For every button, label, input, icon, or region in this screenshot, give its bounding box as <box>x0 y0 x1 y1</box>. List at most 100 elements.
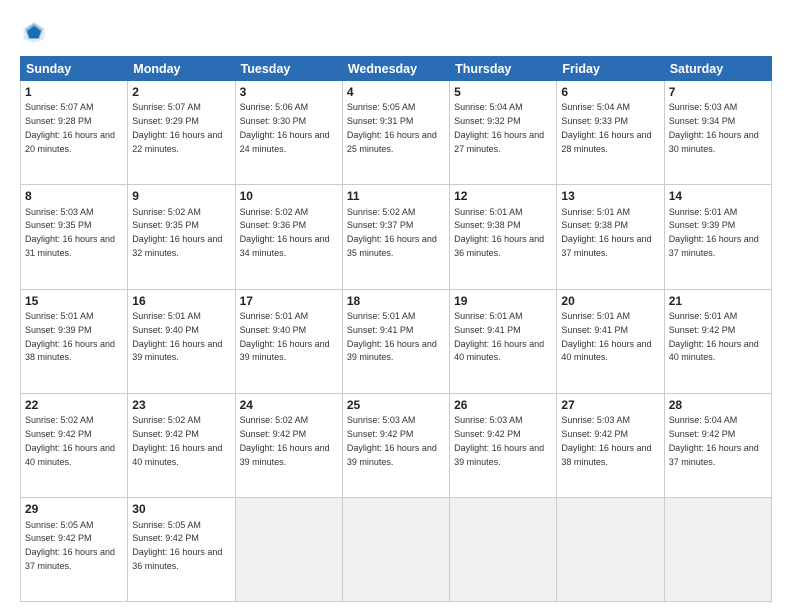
weekday-header-thursday: Thursday <box>450 57 557 81</box>
calendar-cell: 20 Sunrise: 5:01 AMSunset: 9:41 PMDayligh… <box>557 289 664 393</box>
day-info: Sunrise: 5:01 AMSunset: 9:40 PMDaylight:… <box>240 311 330 362</box>
calendar-cell: 25 Sunrise: 5:03 AMSunset: 9:42 PMDayligh… <box>342 394 449 498</box>
day-info: Sunrise: 5:01 AMSunset: 9:41 PMDaylight:… <box>561 311 651 362</box>
calendar-cell: 14 Sunrise: 5:01 AMSunset: 9:39 PMDayligh… <box>664 185 771 289</box>
calendar-cell: 2Sunrise: 5:07 AMSunset: 9:29 PMDaylight… <box>128 81 235 185</box>
day-number: 1 <box>25 84 123 100</box>
day-info: Sunrise: 5:03 AMSunset: 9:34 PMDaylight:… <box>669 102 759 153</box>
day-info: Sunrise: 5:01 AMSunset: 9:38 PMDaylight:… <box>454 207 544 258</box>
day-info: Sunrise: 5:04 AMSunset: 9:32 PMDaylight:… <box>454 102 544 153</box>
day-number: 25 <box>347 397 445 413</box>
calendar-cell <box>450 498 557 602</box>
calendar-cell: 9 Sunrise: 5:02 AMSunset: 9:35 PMDaylight… <box>128 185 235 289</box>
calendar-cell: 21 Sunrise: 5:01 AMSunset: 9:42 PMDayligh… <box>664 289 771 393</box>
day-number: 11 <box>347 188 445 204</box>
calendar-cell <box>557 498 664 602</box>
calendar-cell: 11 Sunrise: 5:02 AMSunset: 9:37 PMDayligh… <box>342 185 449 289</box>
day-number: 12 <box>454 188 552 204</box>
day-number: 27 <box>561 397 659 413</box>
calendar-cell: 16 Sunrise: 5:01 AMSunset: 9:40 PMDayligh… <box>128 289 235 393</box>
day-info: Sunrise: 5:01 AMSunset: 9:40 PMDaylight:… <box>132 311 222 362</box>
calendar-cell: 30 Sunrise: 5:05 AMSunset: 9:42 PMDayligh… <box>128 498 235 602</box>
calendar-cell <box>235 498 342 602</box>
day-number: 24 <box>240 397 338 413</box>
calendar-cell: 23 Sunrise: 5:02 AMSunset: 9:42 PMDayligh… <box>128 394 235 498</box>
calendar-cell: 27 Sunrise: 5:03 AMSunset: 9:42 PMDayligh… <box>557 394 664 498</box>
day-number: 18 <box>347 293 445 309</box>
calendar-table: SundayMondayTuesdayWednesdayThursdayFrid… <box>20 56 772 602</box>
day-info: Sunrise: 5:01 AMSunset: 9:39 PMDaylight:… <box>669 207 759 258</box>
day-number: 23 <box>132 397 230 413</box>
day-info: Sunrise: 5:07 AMSunset: 9:28 PMDaylight:… <box>25 102 115 153</box>
day-info: Sunrise: 5:03 AMSunset: 9:42 PMDaylight:… <box>561 415 651 466</box>
day-number: 21 <box>669 293 767 309</box>
day-number: 16 <box>132 293 230 309</box>
calendar-cell: 18 Sunrise: 5:01 AMSunset: 9:41 PMDayligh… <box>342 289 449 393</box>
calendar-cell <box>664 498 771 602</box>
day-info: Sunrise: 5:01 AMSunset: 9:41 PMDaylight:… <box>347 311 437 362</box>
day-number: 26 <box>454 397 552 413</box>
general-blue-logo-icon <box>20 18 48 46</box>
day-info: Sunrise: 5:03 AMSunset: 9:35 PMDaylight:… <box>25 207 115 258</box>
calendar-cell: 29 Sunrise: 5:05 AMSunset: 9:42 PMDayligh… <box>21 498 128 602</box>
calendar-cell: 12 Sunrise: 5:01 AMSunset: 9:38 PMDayligh… <box>450 185 557 289</box>
day-number: 30 <box>132 501 230 517</box>
day-info: Sunrise: 5:01 AMSunset: 9:39 PMDaylight:… <box>25 311 115 362</box>
calendar-cell: 6 Sunrise: 5:04 AMSunset: 9:33 PMDaylight… <box>557 81 664 185</box>
day-number: 17 <box>240 293 338 309</box>
day-number: 9 <box>132 188 230 204</box>
day-info: Sunrise: 5:06 AMSunset: 9:30 PMDaylight:… <box>240 102 330 153</box>
day-number: 28 <box>669 397 767 413</box>
calendar-cell: 8 Sunrise: 5:03 AMSunset: 9:35 PMDaylight… <box>21 185 128 289</box>
calendar-cell: 10 Sunrise: 5:02 AMSunset: 9:36 PMDayligh… <box>235 185 342 289</box>
day-info: Sunrise: 5:02 AMSunset: 9:37 PMDaylight:… <box>347 207 437 258</box>
day-info: Sunrise: 5:01 AMSunset: 9:42 PMDaylight:… <box>669 311 759 362</box>
weekday-header-friday: Friday <box>557 57 664 81</box>
day-number: 20 <box>561 293 659 309</box>
day-number: 8 <box>25 188 123 204</box>
day-number: 15 <box>25 293 123 309</box>
day-info: Sunrise: 5:05 AMSunset: 9:42 PMDaylight:… <box>25 520 115 571</box>
calendar-cell: 4 Sunrise: 5:05 AMSunset: 9:31 PMDaylight… <box>342 81 449 185</box>
day-number: 3 <box>240 84 338 100</box>
calendar-cell: 1 Sunrise: 5:07 AMSunset: 9:28 PMDaylight… <box>21 81 128 185</box>
calendar-cell: 7 Sunrise: 5:03 AMSunset: 9:34 PMDaylight… <box>664 81 771 185</box>
day-number: 19 <box>454 293 552 309</box>
calendar-cell: 28 Sunrise: 5:04 AMSunset: 9:42 PMDayligh… <box>664 394 771 498</box>
calendar-cell: 19 Sunrise: 5:01 AMSunset: 9:41 PMDayligh… <box>450 289 557 393</box>
day-number: 7 <box>669 84 767 100</box>
weekday-header-monday: Monday <box>128 57 235 81</box>
calendar-cell <box>342 498 449 602</box>
day-number: 29 <box>25 501 123 517</box>
day-number: 6 <box>561 84 659 100</box>
day-info: Sunrise: 5:05 AMSunset: 9:31 PMDaylight:… <box>347 102 437 153</box>
calendar-cell: 24 Sunrise: 5:02 AMSunset: 9:42 PMDayligh… <box>235 394 342 498</box>
calendar-cell: 5 Sunrise: 5:04 AMSunset: 9:32 PMDaylight… <box>450 81 557 185</box>
day-info: Sunrise: 5:05 AMSunset: 9:42 PMDaylight:… <box>132 520 222 571</box>
day-info: Sunrise: 5:04 AMSunset: 9:42 PMDaylight:… <box>669 415 759 466</box>
weekday-header-sunday: Sunday <box>21 57 128 81</box>
day-info: Sunrise: 5:03 AMSunset: 9:42 PMDaylight:… <box>347 415 437 466</box>
calendar-cell: 26 Sunrise: 5:03 AMSunset: 9:42 PMDayligh… <box>450 394 557 498</box>
day-info: Sunrise: 5:01 AMSunset: 9:38 PMDaylight:… <box>561 207 651 258</box>
day-info: Sunrise: 5:02 AMSunset: 9:42 PMDaylight:… <box>132 415 222 466</box>
weekday-header-tuesday: Tuesday <box>235 57 342 81</box>
day-number: 13 <box>561 188 659 204</box>
calendar-cell: 13 Sunrise: 5:01 AMSunset: 9:38 PMDayligh… <box>557 185 664 289</box>
day-number: 4 <box>347 84 445 100</box>
day-number: 10 <box>240 188 338 204</box>
day-info: Sunrise: 5:02 AMSunset: 9:42 PMDaylight:… <box>240 415 330 466</box>
day-number: 14 <box>669 188 767 204</box>
day-info: Sunrise: 5:01 AMSunset: 9:41 PMDaylight:… <box>454 311 544 362</box>
day-info: Sunrise: 5:02 AMSunset: 9:42 PMDaylight:… <box>25 415 115 466</box>
calendar-cell: 15 Sunrise: 5:01 AMSunset: 9:39 PMDayligh… <box>21 289 128 393</box>
day-info: Sunrise: 5:04 AMSunset: 9:33 PMDaylight:… <box>561 102 651 153</box>
calendar-cell: 22 Sunrise: 5:02 AMSunset: 9:42 PMDayligh… <box>21 394 128 498</box>
day-info: Sunrise: 5:07 AMSunset: 9:29 PMDaylight:… <box>132 102 222 153</box>
calendar-cell: 17 Sunrise: 5:01 AMSunset: 9:40 PMDayligh… <box>235 289 342 393</box>
day-info: Sunrise: 5:02 AMSunset: 9:36 PMDaylight:… <box>240 207 330 258</box>
day-number: 5 <box>454 84 552 100</box>
day-info: Sunrise: 5:03 AMSunset: 9:42 PMDaylight:… <box>454 415 544 466</box>
day-number: 22 <box>25 397 123 413</box>
day-info: Sunrise: 5:02 AMSunset: 9:35 PMDaylight:… <box>132 207 222 258</box>
